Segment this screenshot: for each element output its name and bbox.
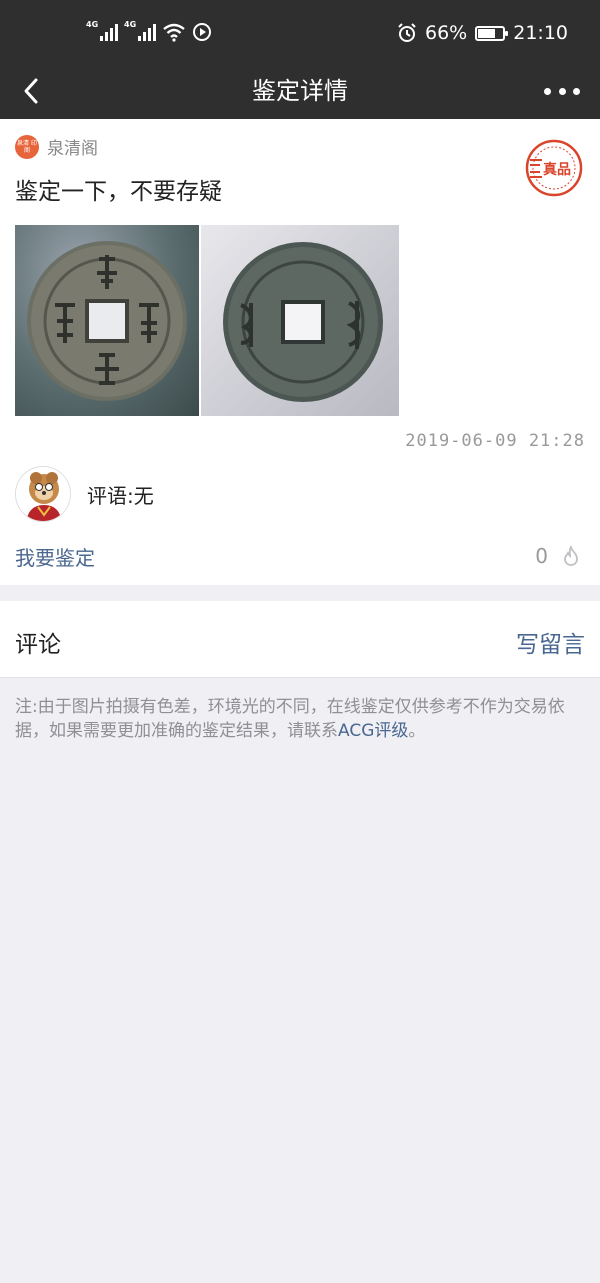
disclaimer-suffix: 。 (408, 721, 426, 741)
nav-bar: 鉴定详情 (0, 64, 600, 119)
status-right: 66% 21:10 (397, 22, 568, 44)
author-name: 泉清阁 (47, 139, 98, 159)
genuine-stamp: 真品 (525, 139, 583, 197)
remark-text: 评语:无 (87, 483, 154, 508)
appraiser-comment: 评语:无 (15, 466, 154, 522)
stamp-text: 真品 (543, 161, 571, 178)
write-comment-button[interactable]: 写留言 (516, 625, 585, 659)
page-title: 鉴定详情 (252, 77, 348, 105)
avatar[interactable] (15, 466, 71, 522)
status-bar: 4G 4G 66% 21:10 (0, 0, 600, 64)
battery-percent: 66% (425, 22, 468, 44)
disclaimer: 注:由于图片拍摄有色差，环境光的不同，在线鉴定仅供参考不作为交易依据，如果需要更… (15, 695, 585, 743)
battery-icon (475, 25, 509, 41)
appraisal-post: 泉清 印阁 泉清阁 鉴定一下，不要存疑 真品 2019-06-09 21:28 … (0, 119, 600, 585)
comments-title: 评论 (15, 632, 61, 658)
coin-photo-obverse[interactable] (15, 225, 199, 416)
alarm-icon (398, 23, 416, 42)
more-icon[interactable] (544, 78, 580, 104)
like-count: 0 (535, 544, 548, 568)
coin-photo-reverse[interactable] (201, 225, 399, 416)
appraise-button[interactable]: 我要鉴定 (15, 542, 95, 571)
acg-grading-link[interactable]: ACG评级 (338, 721, 408, 741)
signal-1-icon: 4G (86, 20, 118, 41)
author-logo: 泉清 印阁 (15, 134, 39, 159)
post-timestamp: 2019-06-09 21:28 (405, 431, 585, 451)
appraise-row: 我要鉴定 0 (15, 541, 580, 571)
post-title: 鉴定一下，不要存疑 (15, 179, 222, 205)
network-type-2: 4G (124, 20, 137, 29)
wifi-icon (163, 23, 185, 42)
like-button[interactable]: 0 (535, 544, 580, 568)
status-left: 4G 4G (86, 20, 212, 42)
author-row[interactable]: 泉清 印阁 泉清阁 (15, 134, 98, 159)
disclaimer-text: 注:由于图片拍摄有色差，环境光的不同，在线鉴定仅供参考不作为交易依据，如果需要更… (15, 697, 565, 741)
signal-2-icon: 4G (124, 20, 156, 41)
network-type-1: 4G (86, 20, 99, 29)
photo-gallery (15, 225, 399, 416)
flame-icon (564, 546, 578, 566)
clock: 21:10 (513, 22, 568, 44)
media-play-icon (193, 23, 211, 41)
comments-section: 评论 写留言 (0, 601, 600, 678)
